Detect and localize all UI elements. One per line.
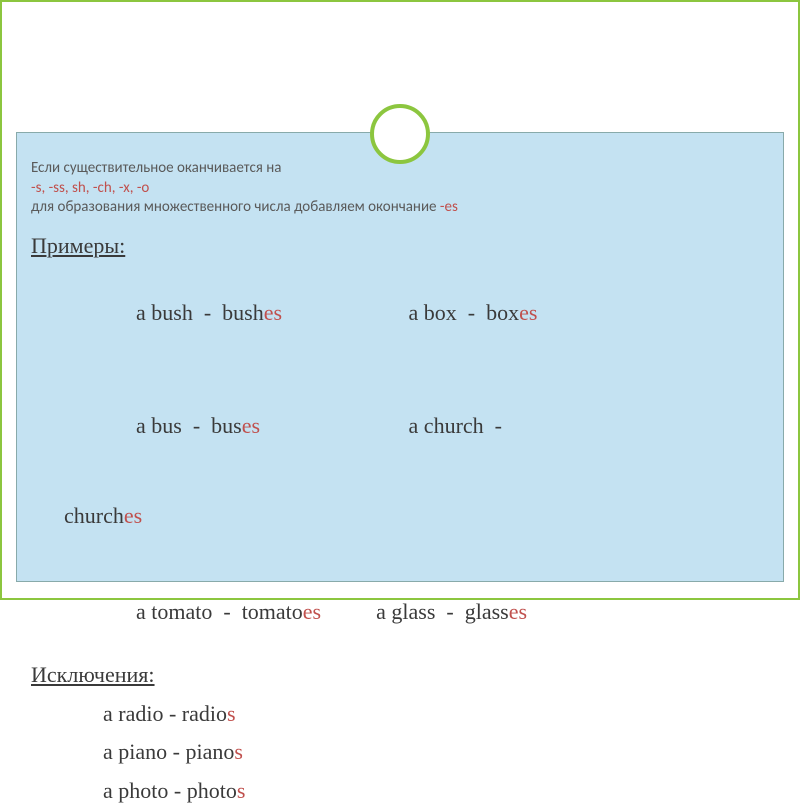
- rule-line2a: для образования множественного числа доб…: [31, 198, 440, 216]
- example-suffix: es: [242, 413, 260, 438]
- exception-row: a piano - pianos: [31, 738, 769, 767]
- example-suffix: es: [519, 300, 537, 325]
- example-gap: [282, 300, 409, 325]
- rule-endings: -s, -ss, sh, -ch, -x, -o: [31, 179, 149, 197]
- rule-line1: Если существительное оканчивается на: [31, 159, 282, 177]
- exception-singular: a piano - piano: [103, 739, 234, 764]
- exception-singular: a radio - radio: [103, 701, 227, 726]
- example-suffix: es: [124, 503, 142, 528]
- exception-row: a radio - radios: [31, 700, 769, 729]
- example-singular: a box - box: [409, 300, 520, 325]
- example-singular-text: a bus - bus: [136, 413, 242, 438]
- exception-suffix: s: [234, 739, 243, 764]
- example-row: a tomato - tomatoes a glass - glasses: [31, 569, 769, 655]
- example-suffix: es: [264, 300, 282, 325]
- slide-frame: Если существительное оканчивается на -s,…: [0, 0, 800, 600]
- example-col2: a box - boxes: [409, 299, 538, 328]
- rule-block: Если существительное оканчивается на -s,…: [31, 159, 769, 218]
- examples-header: Примеры:: [31, 232, 769, 261]
- example-col2: a glass - glasses: [376, 598, 527, 627]
- example-row: a bush - bushes a box - boxes: [31, 270, 769, 356]
- example-suffix: es: [509, 599, 527, 624]
- example-row: a bus - buses a church -: [31, 384, 769, 470]
- example-col2: a church -: [409, 413, 513, 438]
- content-box: Если существительное оканчивается на -s,…: [16, 132, 784, 582]
- rule-suffix: -es: [440, 198, 458, 216]
- exception-row: a photo - photos: [31, 777, 769, 806]
- exception-suffix: s: [237, 778, 246, 803]
- exception-singular: a photo - photo: [103, 778, 237, 803]
- decor-circle-icon: [370, 104, 430, 164]
- example-gap: [260, 413, 409, 438]
- example-gap: [321, 599, 376, 624]
- example-singular: a glass - glass: [376, 599, 509, 624]
- example-suffix: es: [303, 599, 321, 624]
- example-singular: a bush - bush: [136, 300, 264, 325]
- example-wrap-prefix: church: [64, 503, 124, 528]
- exceptions-header: Исключения:: [31, 661, 769, 690]
- example-singular: a tomato - tomato: [136, 599, 303, 624]
- exception-suffix: s: [227, 701, 236, 726]
- example-singular: a bus - buses a church -: [64, 412, 513, 441]
- example-row-wrap: churches: [31, 474, 769, 560]
